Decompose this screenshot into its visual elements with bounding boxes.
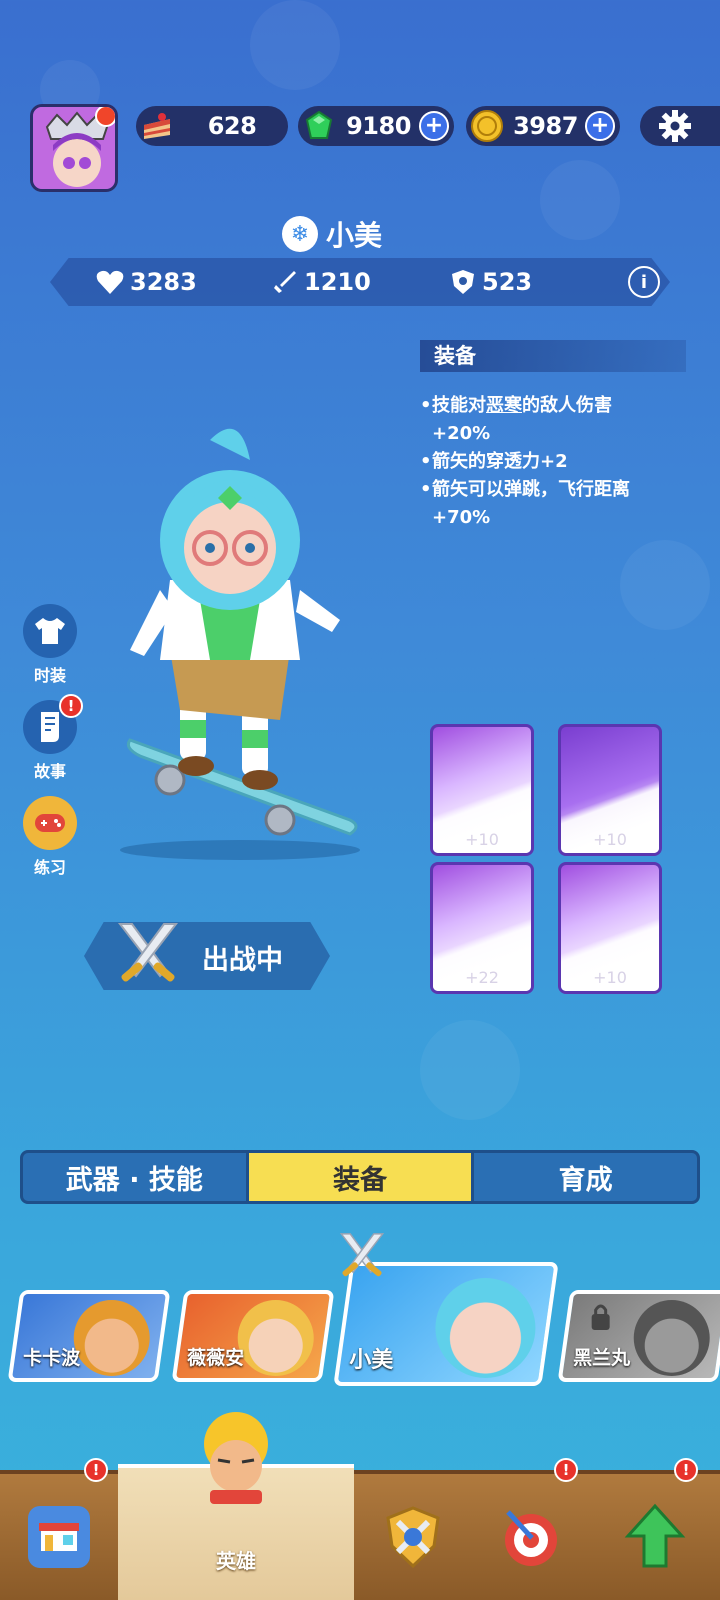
- equipment-level: +10: [593, 830, 627, 849]
- equipment-slot-2[interactable]: +10: [558, 724, 662, 856]
- story-button[interactable]: !: [23, 694, 83, 754]
- hero-portrait: [73, 1300, 150, 1376]
- hero-detail-tabs: 武器 · 技能 装备 育成: [20, 1150, 700, 1204]
- nav-hero[interactable]: 英雄: [118, 1412, 354, 1600]
- hero-card-name: 卡卡波: [23, 1347, 81, 1369]
- hero-character-model[interactable]: [100, 420, 380, 860]
- nav-target[interactable]: !: [472, 1458, 590, 1600]
- hero-name-header: ❄ 小美: [282, 214, 382, 254]
- keyword-link[interactable]: 恶寒: [486, 395, 522, 416]
- equipment-bonus-3: 箭矢可以弹跳，飞行距离 +70%: [420, 476, 680, 532]
- background-decoration: [620, 540, 710, 630]
- background-decoration: [250, 0, 340, 90]
- attack-value: 1210: [304, 268, 371, 296]
- equipment-level: +10: [465, 830, 499, 849]
- upgrade-notification-badge: !: [674, 1458, 698, 1482]
- hero-name: 小美: [326, 219, 383, 252]
- coin-icon: [468, 107, 506, 145]
- cake-icon: [138, 107, 176, 145]
- gem-icon: [300, 107, 338, 145]
- background-decoration: [540, 160, 620, 240]
- gamepad-icon: [35, 814, 65, 832]
- shop-icon: [28, 1506, 90, 1568]
- cake-count: 628: [207, 112, 257, 140]
- gem-counter[interactable]: 9180 +: [298, 106, 454, 146]
- equipment-bonus-2: 箭矢的穿透力+2: [420, 448, 680, 476]
- cake-counter[interactable]: 628: [136, 106, 288, 146]
- target-dart-icon: [505, 1510, 557, 1566]
- health-value: 3283: [130, 268, 197, 296]
- equipment-level: +10: [593, 968, 627, 987]
- nav-shop[interactable]: !: [0, 1458, 118, 1600]
- nav-upgrade[interactable]: !: [590, 1458, 720, 1600]
- equipment-level: +22: [465, 968, 499, 987]
- equipment-section-title: 装备: [420, 340, 686, 372]
- settings-button[interactable]: [640, 106, 720, 146]
- gear-icon: [659, 110, 691, 142]
- gem-count: 9180: [346, 112, 411, 140]
- nav-hero-label: 英雄: [216, 1549, 256, 1573]
- hero-portrait: [237, 1300, 314, 1376]
- frost-element-icon: ❄: [282, 216, 318, 252]
- hero-card-name: 黑兰丸: [573, 1347, 631, 1369]
- defense-stat: 523: [450, 268, 532, 296]
- tab-equipment[interactable]: 装备: [245, 1153, 475, 1201]
- hero-portrait: [633, 1300, 710, 1376]
- story-label: 故事: [33, 762, 66, 781]
- hero-portrait: [435, 1278, 536, 1378]
- info-button[interactable]: i: [628, 266, 660, 298]
- crossed-swords-icon: [117, 923, 179, 982]
- heart-icon: [96, 270, 124, 294]
- scroll-icon: [41, 712, 59, 742]
- battle-emblem-icon: [386, 1506, 440, 1569]
- attack-stat: 1210: [272, 268, 371, 296]
- selected-hero-swords-icon: [339, 1233, 385, 1277]
- equipment-slot-4[interactable]: +10: [558, 862, 662, 994]
- target-notification-badge: !: [554, 1458, 578, 1482]
- hero-card-name: 薇薇安: [187, 1347, 245, 1369]
- equipment-slot-1[interactable]: +10: [430, 724, 534, 856]
- tab-weapon-skill[interactable]: 武器 · 技能: [23, 1153, 246, 1201]
- equipment-bonus-1: 技能对恶寒的敌人伤害 +20%: [420, 392, 680, 448]
- nav-battle[interactable]: [354, 1470, 472, 1600]
- health-stat: 3283: [96, 268, 197, 296]
- costume-button[interactable]: [23, 604, 77, 658]
- shop-notification-badge: !: [84, 1458, 108, 1482]
- player-avatar[interactable]: [30, 104, 118, 192]
- hero-card-kakabo[interactable]: 卡卡波: [7, 1290, 171, 1382]
- bottom-navigation: ! 英雄 ! !: [0, 1412, 720, 1600]
- practice-label: 练习: [33, 858, 66, 877]
- add-gem-button[interactable]: +: [419, 111, 449, 141]
- story-menu[interactable]: ! 故事: [22, 694, 83, 782]
- equipment-description: 技能对恶寒的敌人伤害 +20% 箭矢的穿透力+2 箭矢可以弹跳，飞行距离 +70…: [420, 392, 680, 532]
- practice-menu[interactable]: 练习: [22, 796, 78, 878]
- equipment-slot-3[interactable]: +22: [430, 862, 534, 994]
- lock-icon: [591, 1304, 610, 1330]
- coin-counter[interactable]: 3987 +: [466, 106, 620, 146]
- defense-value: 523: [482, 268, 533, 296]
- hero-nav-icon: [204, 1412, 268, 1504]
- hero-card-name: 小美: [349, 1348, 394, 1373]
- shield-icon: [452, 270, 474, 294]
- hero-stats-bar: 3283 1210 523 i: [50, 258, 670, 306]
- hero-card-heilanwan-locked[interactable]: 黑兰丸: [557, 1290, 720, 1382]
- coin-count: 3987: [513, 112, 578, 140]
- shirt-icon: [35, 618, 65, 644]
- background-decoration: [420, 1020, 520, 1120]
- hero-card-vivian[interactable]: 薇薇安: [171, 1290, 335, 1382]
- tab-training[interactable]: 育成: [474, 1153, 697, 1201]
- story-notification-badge: !: [59, 694, 83, 718]
- deploy-status-label: 出战中: [202, 945, 283, 976]
- upgrade-arrow-icon: [624, 1503, 686, 1568]
- notification-dot: [95, 107, 115, 127]
- costume-label: 时装: [33, 666, 66, 685]
- add-coin-button[interactable]: +: [585, 111, 615, 141]
- practice-button[interactable]: [23, 796, 77, 850]
- sword-icon: [274, 271, 296, 293]
- costume-menu[interactable]: 时装: [22, 604, 78, 686]
